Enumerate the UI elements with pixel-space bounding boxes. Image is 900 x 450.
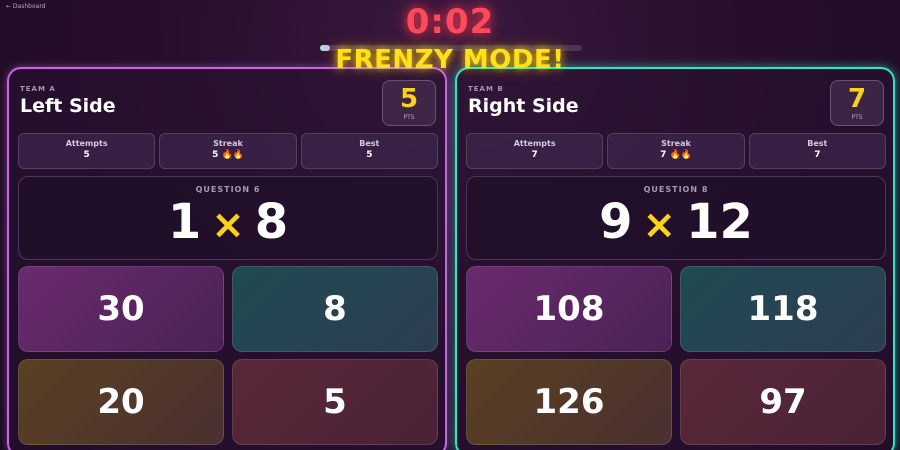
stat-value: 7 bbox=[531, 150, 538, 160]
stat-attempts: Attempts 7 bbox=[466, 133, 604, 169]
score-label: PTS bbox=[403, 114, 415, 121]
team-label: TEAM A bbox=[20, 85, 56, 93]
answer-button[interactable]: 118 bbox=[680, 266, 886, 352]
stats-row: Attempts 7 Streak 7 🔥🔥 Best 7 bbox=[466, 133, 886, 169]
operand-a: 1 bbox=[167, 194, 202, 250]
multiply-operator: × bbox=[642, 202, 677, 248]
answer-button[interactable]: 97 bbox=[680, 359, 886, 445]
stat-streak: Streak 7 🔥🔥 bbox=[607, 133, 745, 169]
question-label: QUESTION 6 bbox=[195, 185, 261, 194]
question-label: QUESTION 8 bbox=[643, 185, 709, 194]
stat-best: Best 7 bbox=[748, 133, 886, 169]
question-card: QUESTION 8 9 × 12 bbox=[466, 176, 886, 260]
score-value: 7 bbox=[847, 84, 867, 114]
multiply-operator: × bbox=[211, 202, 245, 248]
question-expression: 9 × 12 bbox=[467, 196, 885, 251]
score-label: PTS bbox=[851, 114, 863, 121]
answer-button[interactable]: 126 bbox=[466, 359, 672, 445]
stat-attempts: Attempts 5 bbox=[18, 133, 156, 169]
stat-label: Best bbox=[359, 139, 380, 148]
score-box: 7 PTS bbox=[830, 80, 884, 126]
operand-a: 9 bbox=[599, 194, 633, 250]
team-b-panel: TEAM B Right Side 7 PTS Attempts 7 Strea… bbox=[455, 67, 895, 450]
team-name: Right Side bbox=[468, 95, 579, 117]
operand-b: 8 bbox=[254, 194, 289, 250]
stat-value: 7 bbox=[814, 150, 821, 160]
stat-streak: Streak 5 🔥🔥 bbox=[159, 133, 297, 169]
stat-best: Best 5 bbox=[300, 133, 438, 169]
stat-value: 5 bbox=[366, 150, 373, 160]
stat-label: Attempts bbox=[513, 139, 556, 148]
stat-label: Streak bbox=[213, 139, 243, 148]
stat-label: Streak bbox=[661, 139, 691, 148]
team-label: TEAM B bbox=[468, 85, 504, 93]
frenzy-mode-banner: FRENZY MODE! bbox=[335, 45, 565, 75]
stat-label: Attempts bbox=[65, 139, 108, 148]
answer-button[interactable]: 108 bbox=[466, 266, 672, 352]
stat-value: 5 bbox=[83, 150, 90, 160]
stat-label: Best bbox=[807, 139, 828, 148]
answer-button[interactable]: 20 bbox=[18, 359, 224, 445]
score-value: 5 bbox=[399, 84, 419, 114]
stat-value: 7 🔥🔥 bbox=[660, 150, 692, 160]
team-a-panel: TEAM A Left Side 5 PTS Attempts 5 Streak… bbox=[7, 67, 447, 450]
countdown-timer: 0:02 bbox=[405, 2, 495, 42]
stats-row: Attempts 5 Streak 5 🔥🔥 Best 5 bbox=[18, 133, 438, 169]
operand-b: 12 bbox=[686, 194, 753, 250]
team-name: Left Side bbox=[20, 95, 116, 117]
stat-value: 5 🔥🔥 bbox=[212, 150, 244, 160]
answer-button[interactable]: 8 bbox=[232, 266, 438, 352]
answer-button[interactable]: 30 bbox=[18, 266, 224, 352]
question-card: QUESTION 6 1 × 8 bbox=[18, 176, 438, 260]
answer-button[interactable]: 5 bbox=[232, 359, 438, 445]
score-box: 5 PTS bbox=[382, 80, 436, 126]
question-expression: 1 × 8 bbox=[19, 196, 437, 251]
